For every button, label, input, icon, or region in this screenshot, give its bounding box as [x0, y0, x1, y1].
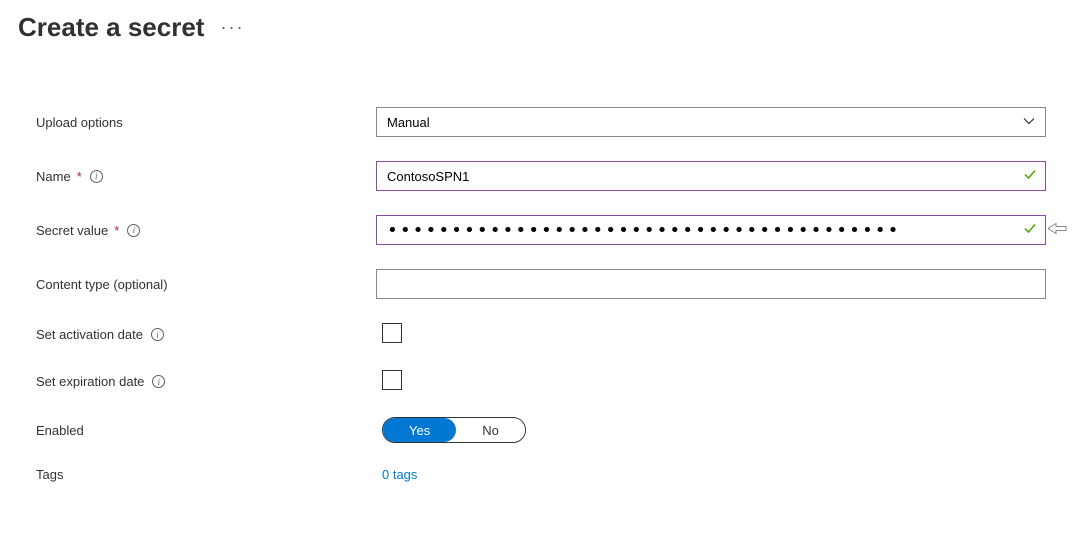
upload-options-label: Upload options — [36, 115, 376, 130]
tags-row: Tags 0 tags — [18, 467, 1066, 482]
info-icon[interactable]: i — [127, 224, 140, 237]
content-type-row: Content type (optional) — [18, 269, 1066, 299]
expiration-date-control — [376, 370, 1046, 393]
expiration-date-row: Set expiration date i — [18, 370, 1066, 393]
secret-value-control — [376, 215, 1046, 245]
name-input[interactable] — [376, 161, 1046, 191]
upload-options-select[interactable]: Manual — [376, 107, 1046, 137]
content-type-label: Content type (optional) — [36, 277, 376, 292]
enabled-label: Enabled — [36, 423, 376, 438]
required-asterisk: * — [114, 223, 119, 238]
name-row: Name * i — [18, 161, 1066, 191]
info-icon[interactable]: i — [151, 328, 164, 341]
tags-control: 0 tags — [376, 467, 1046, 482]
content-type-input[interactable] — [376, 269, 1046, 299]
activation-date-checkbox[interactable] — [382, 323, 402, 343]
secret-value-input[interactable] — [376, 215, 1046, 245]
activation-date-row: Set activation date i — [18, 323, 1066, 346]
secret-value-label: Secret value * i — [36, 223, 376, 238]
name-control — [376, 161, 1046, 191]
name-label: Name * i — [36, 169, 376, 184]
expiration-date-checkbox[interactable] — [382, 370, 402, 390]
upload-options-row: Upload options Manual — [18, 107, 1066, 137]
required-asterisk: * — [77, 169, 82, 184]
cursor-arrow-icon — [1048, 222, 1068, 239]
upload-options-control: Manual — [376, 107, 1046, 137]
enabled-no[interactable]: No — [456, 418, 525, 442]
info-icon[interactable]: i — [152, 375, 165, 388]
tags-link[interactable]: 0 tags — [382, 467, 417, 482]
page-header: Create a secret ··· — [18, 12, 1066, 43]
activation-date-label: Set activation date i — [36, 327, 376, 342]
tags-label: Tags — [36, 467, 376, 482]
content-type-control — [376, 269, 1046, 299]
activation-date-control — [376, 323, 1046, 346]
info-icon[interactable]: i — [90, 170, 103, 183]
expiration-date-label: Set expiration date i — [36, 374, 376, 389]
enabled-control: Yes No — [376, 417, 1046, 443]
secret-value-row: Secret value * i — [18, 215, 1066, 245]
enabled-toggle[interactable]: Yes No — [382, 417, 526, 443]
more-menu-icon[interactable]: ··· — [220, 17, 244, 38]
enabled-yes[interactable]: Yes — [383, 418, 456, 442]
enabled-row: Enabled Yes No — [18, 417, 1066, 443]
page-title: Create a secret — [18, 12, 204, 43]
